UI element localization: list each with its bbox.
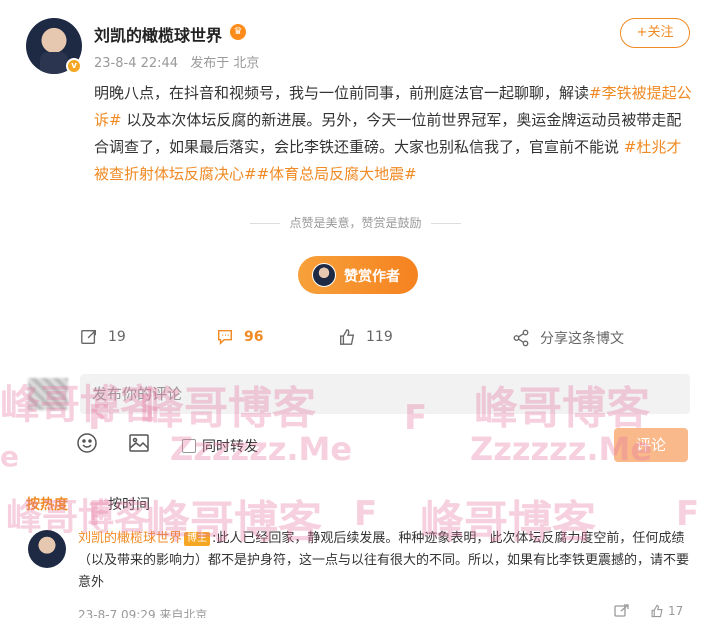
share-action[interactable]: 分享这条博文	[512, 328, 624, 348]
share-label: 分享这条博文	[540, 331, 624, 347]
image-icon[interactable]	[128, 432, 150, 454]
post-text: 明晚八点，在抖音和视频号，我与一位前同事，前刑庭法官一起聊聊，解读	[94, 84, 590, 102]
comment-text: 刘凯的橄榄球世界 博主:此人已经回家，静观后续发展。种种迹象表明，此次体坛反腐力度…	[78, 528, 690, 594]
reward-caption-row: 点赞是美意，赞赏是鼓励	[0, 214, 711, 231]
comment-meta: 23-8-7 09:29 来自北京	[78, 608, 208, 618]
reward-avatar	[312, 263, 336, 287]
compose-tools: 同时转发 评论	[0, 424, 711, 464]
comment-icon	[217, 329, 233, 346]
like-action[interactable]: 119	[338, 328, 393, 346]
divider	[249, 223, 280, 224]
verified-icon: v	[66, 58, 82, 74]
repost-checkbox[interactable]: 同时转发	[182, 436, 258, 456]
emoji-icon[interactable]	[76, 432, 98, 454]
comment-count: 96	[244, 329, 264, 345]
comment-compose: 发布你的评论	[20, 374, 690, 414]
repost-icon	[81, 330, 96, 344]
post-location: 发布于 北京	[190, 56, 260, 71]
vip-crown-icon: ♛	[230, 24, 246, 40]
submit-comment-button[interactable]: 评论	[614, 428, 688, 462]
comment-like-count: 17	[668, 604, 684, 618]
checkbox[interactable]	[182, 439, 196, 453]
comment-like[interactable]: 17	[650, 604, 683, 618]
comment-share-icon[interactable]	[614, 604, 630, 618]
thumbs-up-icon	[651, 604, 663, 618]
divider	[431, 223, 462, 224]
tab-sort-hot[interactable]: 按热度	[26, 494, 68, 514]
tab-sort-time[interactable]: 按时间	[108, 494, 150, 514]
thumbs-up-icon	[340, 329, 355, 345]
hashtag-link[interactable]: #体育总局反腐大地震#	[257, 165, 417, 183]
post-actions: 19 96 119 分享这条博文	[0, 328, 711, 352]
post-timestamp[interactable]: 23-8-4 22:44	[94, 56, 178, 71]
repost-action[interactable]: 19	[80, 328, 126, 346]
my-avatar-blurred	[28, 378, 68, 410]
reward-label: 赞赏作者	[344, 269, 400, 285]
comment-sort-tabs: 按热度 按时间	[0, 488, 711, 518]
blogger-badge: 博主	[184, 532, 211, 546]
follow-button[interactable]: +关注	[620, 18, 690, 48]
comment-input[interactable]: 发布你的评论	[80, 374, 690, 414]
repost-count: 19	[108, 329, 126, 345]
share-icon	[513, 329, 529, 347]
post-text: 以及本次体坛反腐的新进展。另外，今天一位前世界冠军，奥运金牌运动员被带走配合调查…	[94, 111, 682, 156]
repost-checkbox-label: 同时转发	[202, 439, 258, 455]
author-name[interactable]: 刘凯的橄榄球世界	[94, 22, 222, 46]
commenter-avatar[interactable]	[28, 530, 66, 568]
reward-author-button[interactable]: 赞赏作者	[298, 256, 418, 294]
comment-action[interactable]: 96	[216, 328, 263, 346]
reward-caption: 点赞是美意，赞赏是鼓励	[289, 216, 422, 230]
post-body: 明晚八点，在抖音和视频号，我与一位前同事，前刑庭法官一起聊聊，解读#李铁被提起公…	[94, 80, 694, 188]
commenter-name[interactable]: 刘凯的橄榄球世界	[78, 531, 182, 546]
like-count: 119	[366, 329, 393, 345]
post-meta: 23-8-4 22:44 发布于 北京	[94, 52, 267, 71]
